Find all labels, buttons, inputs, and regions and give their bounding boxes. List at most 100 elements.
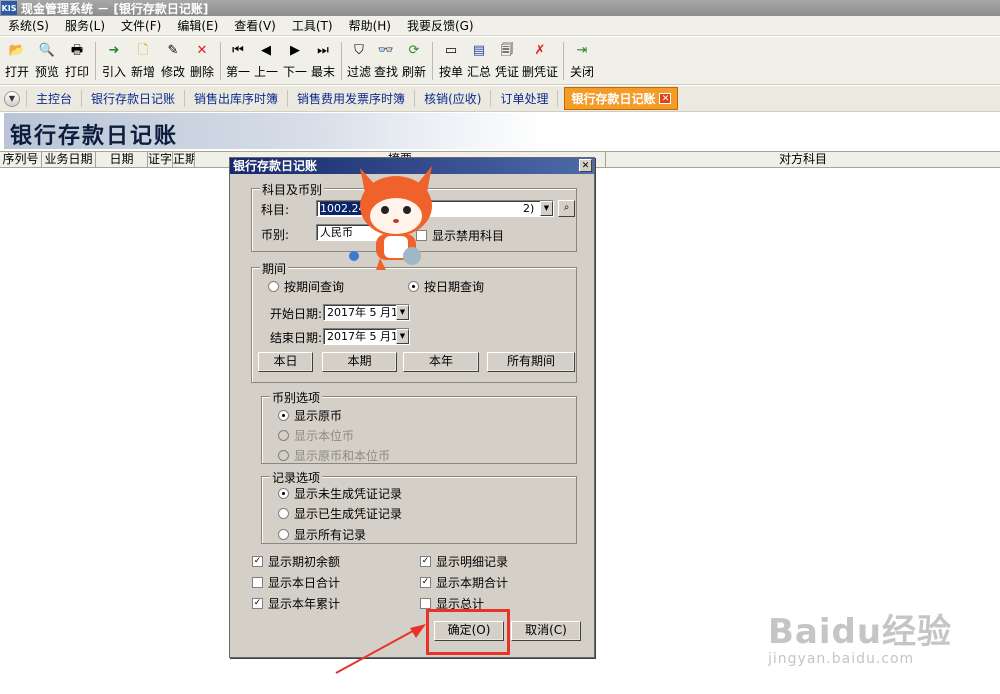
by-period-radio[interactable]: 按期间查询 — [268, 278, 344, 295]
period-legend: 期间 — [260, 260, 289, 277]
show-both-radio[interactable]: 显示原币和本位币 — [278, 447, 390, 464]
cancel-button[interactable]: 取消(C) — [511, 621, 581, 641]
subject-lookup-button[interactable]: ⌕ — [558, 200, 575, 217]
show-local-radio[interactable]: 显示本位币 — [278, 427, 354, 444]
watermark-logo: Baidu经验 — [768, 612, 953, 652]
new-document-icon: 🗋 — [137, 42, 149, 58]
page-title: 银行存款日记账 — [10, 124, 179, 149]
this-year-button[interactable]: 本年 — [403, 352, 479, 372]
not-generated-radio[interactable]: 显示未生成凭证记录 — [278, 485, 402, 502]
col-biz-date[interactable]: 业务日期 — [42, 152, 96, 167]
detail-records-checkbox[interactable]: ✓ 显示明细记录 — [420, 553, 508, 570]
lookup-icon: ⌕ — [563, 202, 570, 213]
import-icon: ➜ — [108, 42, 120, 58]
check-bill-button[interactable]: ▭ 按单 — [437, 37, 465, 83]
open-button[interactable]: 📂 打开 — [3, 37, 31, 83]
filter-icon: ⛉ — [354, 42, 364, 58]
start-date-picker[interactable]: 2017年 5 月16日 ▼ — [323, 304, 410, 321]
toolbar-separator — [220, 42, 221, 80]
filter-button[interactable]: ⛉ 过滤 — [346, 37, 372, 83]
menu-feedback[interactable]: 我要反馈(G) — [399, 17, 482, 34]
year-total-checkbox[interactable]: ✓ 显示本年累计 — [252, 595, 340, 612]
watermark-url: jingyan.baidu.com — [768, 651, 915, 667]
chevron-down-icon[interactable]: ▼ — [396, 329, 409, 344]
col-date[interactable]: 日期 — [96, 152, 148, 167]
prev-record-button[interactable]: ◀ 上一 — [251, 37, 281, 83]
preview-button[interactable]: 🔍 预览 — [31, 37, 63, 83]
period-total-checkbox[interactable]: ✓ 显示本期合计 — [420, 574, 508, 591]
tab-close-icon[interactable]: ✕ — [659, 93, 672, 104]
all-periods-button[interactable]: 所有期间 — [487, 352, 575, 372]
toolbar-separator — [432, 42, 433, 80]
summary-icon: ▤ — [472, 42, 486, 58]
menu-help[interactable]: 帮助(H) — [341, 17, 399, 34]
tab-active-bank-journal[interactable]: 银行存款日记账 ✕ — [564, 87, 679, 110]
show-original-radio[interactable]: 显示原币 — [278, 407, 342, 424]
title-bar: KIS 现金管理系统 － [银行存款日记账] — [0, 0, 1000, 16]
baidu-watermark: Baidu经验 jingyan.baidu.com — [768, 604, 952, 667]
tab-console[interactable]: 主控台 — [26, 90, 83, 107]
ok-button-highlight — [426, 609, 510, 655]
bill-icon: ▭ — [444, 42, 458, 58]
all-records-radio[interactable]: 显示所有记录 — [278, 526, 366, 543]
col-seq[interactable]: 序列号 — [0, 152, 42, 167]
menu-system[interactable]: 系统(S) — [0, 17, 57, 34]
by-date-radio[interactable]: 按日期查询 — [408, 278, 484, 295]
prev-icon: ◀ — [261, 42, 271, 58]
next-icon: ▶ — [290, 42, 300, 58]
app-logo-icon: KIS — [1, 1, 17, 15]
pointer-arrow-icon — [335, 624, 426, 674]
currency-label: 币别: — [261, 228, 290, 242]
delete-voucher-icon: ✗ — [534, 42, 546, 58]
col-counter-account[interactable]: 对方科目 — [606, 152, 1000, 167]
toolbar-separator — [95, 42, 96, 80]
import-button[interactable]: ➜ 引入 — [100, 37, 128, 83]
print-button[interactable]: 🖶 打印 — [63, 37, 91, 83]
voucher-button[interactable]: 🗐 凭证 — [493, 37, 521, 83]
find-button[interactable]: 👓 查找 — [372, 37, 400, 83]
dialog-title: 银行存款日记账 — [233, 159, 318, 173]
day-total-checkbox[interactable]: 显示本日合计 — [252, 574, 340, 591]
dialog-close-icon[interactable]: ✕ — [579, 159, 592, 172]
menu-edit[interactable]: 编辑(E) — [169, 17, 226, 34]
first-record-button[interactable]: ⏮ 第一 — [225, 37, 251, 83]
modify-button[interactable]: ✎ 修改 — [158, 37, 188, 83]
summary-button[interactable]: ▤ 汇总 — [465, 37, 493, 83]
tab-bank-journal[interactable]: 银行存款日记账 — [82, 90, 186, 107]
today-button[interactable]: 本日 — [258, 352, 313, 372]
chevron-down-icon[interactable]: ▼ — [540, 201, 553, 216]
delete-button[interactable]: ✕ 删除 — [188, 37, 216, 83]
delete-voucher-button[interactable]: ✗ 删凭证 — [521, 37, 559, 83]
last-record-button[interactable]: ⏭ 最末 — [309, 37, 337, 83]
close-button[interactable]: ⇥ 关闭 — [568, 37, 596, 83]
menu-bar: 系统(S) 服务(L) 文件(F) 编辑(E) 查看(V) 工具(T) 帮助(H… — [0, 16, 1000, 36]
generated-radio[interactable]: 显示已生成凭证记录 — [278, 505, 402, 522]
tabs-dropdown-icon[interactable]: ▼ — [4, 90, 20, 107]
chevron-down-icon[interactable]: ▼ — [396, 305, 409, 320]
currency-options-legend: 币别选项 — [270, 389, 323, 406]
menu-service[interactable]: 服务(L) — [57, 17, 113, 34]
col-voucher-word[interactable]: 证字 — [148, 152, 173, 167]
subject-label: 科目: — [261, 203, 290, 217]
add-button[interactable]: 🗋 新增 — [128, 37, 158, 83]
first-icon: ⏮ — [232, 42, 244, 58]
tab-order-processing[interactable]: 订单处理 — [491, 90, 559, 107]
end-date-picker[interactable]: 2017年 5 月16日 ▼ — [323, 328, 410, 345]
menu-view[interactable]: 查看(V) — [226, 17, 284, 34]
this-period-button[interactable]: 本期 — [322, 352, 397, 372]
refresh-button[interactable]: ⟳ 刷新 — [400, 37, 428, 83]
last-icon: ⏭ — [317, 42, 329, 58]
next-record-button[interactable]: ▶ 下一 — [281, 37, 309, 83]
col-period[interactable]: 正期 — [173, 152, 195, 167]
menu-tools[interactable]: 工具(T) — [284, 17, 341, 34]
edit-pencil-icon: ✎ — [167, 42, 179, 58]
tab-sales-outbound[interactable]: 销售出库序时簿 — [185, 90, 289, 107]
delete-x-icon: ✕ — [196, 42, 208, 58]
start-date-label: 开始日期: — [270, 307, 323, 321]
toolbar-separator — [341, 42, 342, 80]
tab-write-off[interactable]: 核销(应收) — [415, 90, 492, 107]
tab-sales-expense-invoice[interactable]: 销售费用发票序时簿 — [288, 90, 416, 107]
opening-balance-checkbox[interactable]: ✓ 显示期初余额 — [252, 553, 340, 570]
menu-file[interactable]: 文件(F) — [113, 17, 169, 34]
subject-currency-legend: 科目及币别 — [260, 181, 325, 198]
